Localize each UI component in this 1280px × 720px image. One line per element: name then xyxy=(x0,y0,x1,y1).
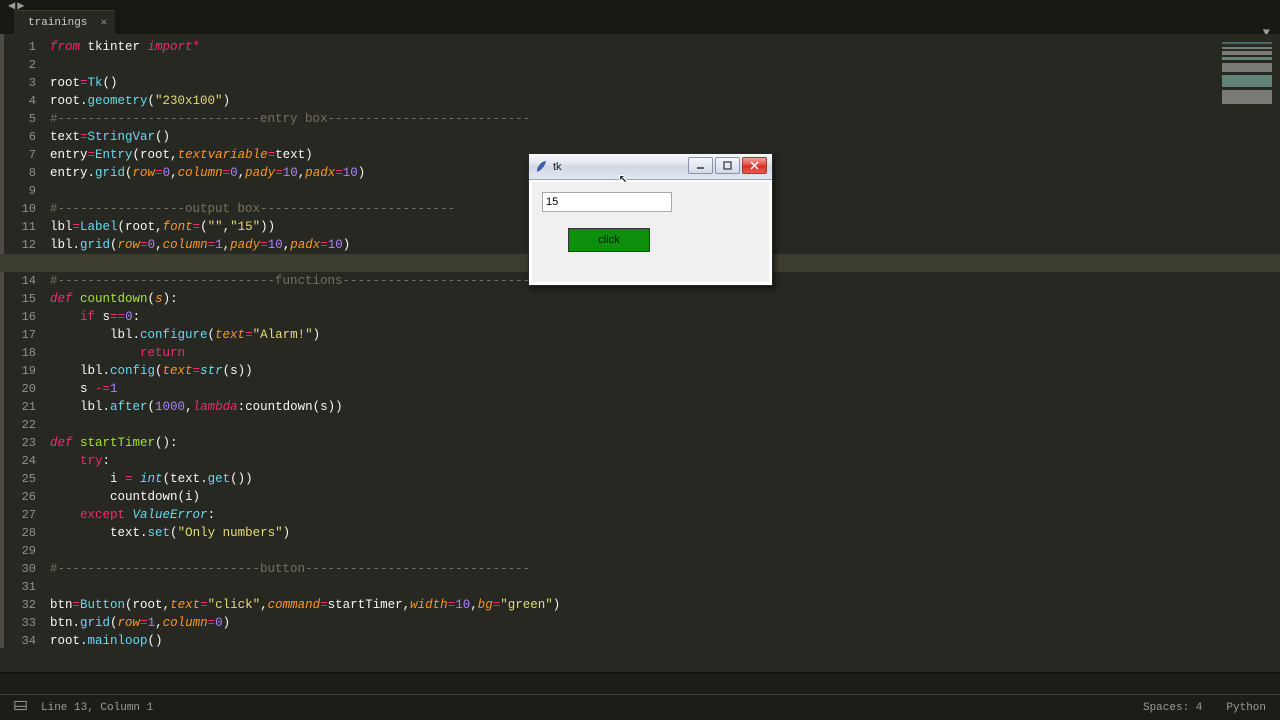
line-number: 3 xyxy=(0,74,36,92)
line-number-gutter: 1234567891011121314151617181920212223242… xyxy=(0,34,50,648)
minimize-button[interactable] xyxy=(688,157,713,174)
tk-window: tk click xyxy=(528,153,773,286)
line-number: 34 xyxy=(0,632,36,650)
line-number: 23 xyxy=(0,434,36,452)
tk-feather-icon xyxy=(535,160,548,173)
tk-entry-field[interactable] xyxy=(542,192,672,212)
maximize-button[interactable] xyxy=(715,157,740,174)
line-number: 26 xyxy=(0,488,36,506)
console-bar[interactable] xyxy=(0,672,1280,694)
line-number: 28 xyxy=(0,524,36,542)
tk-body: click xyxy=(529,180,772,285)
line-number: 31 xyxy=(0,578,36,596)
fold-column xyxy=(0,34,4,648)
editor[interactable]: 1234567891011121314151617181920212223242… xyxy=(0,34,1280,648)
line-number: 15 xyxy=(0,290,36,308)
line-number: 1 xyxy=(0,38,36,56)
tab-label: trainings xyxy=(28,17,87,29)
line-number: 18 xyxy=(0,344,36,362)
panel-icon[interactable] xyxy=(14,699,27,716)
tk-title: tk xyxy=(553,161,562,173)
line-number: 19 xyxy=(0,362,36,380)
code-area[interactable]: from tkinter import* root=Tk() root.geom… xyxy=(50,34,1280,648)
toolbar-stripe: ◀ ▶ xyxy=(0,0,1280,10)
line-number: 12 xyxy=(0,236,36,254)
tk-click-button[interactable]: click xyxy=(568,228,650,252)
line-number: 14 xyxy=(0,272,36,290)
line-number: 29 xyxy=(0,542,36,560)
line-number: 27 xyxy=(0,506,36,524)
line-number: 16 xyxy=(0,308,36,326)
status-bar: Line 13, Column 1 Spaces: 4 Python xyxy=(0,694,1280,720)
close-button[interactable] xyxy=(742,157,767,174)
line-number: 33 xyxy=(0,614,36,632)
line-number: 2 xyxy=(0,56,36,74)
tab-trainings[interactable]: trainings × xyxy=(14,10,115,34)
line-number: 6 xyxy=(0,128,36,146)
line-number: 7 xyxy=(0,146,36,164)
indent-setting[interactable]: Spaces: 4 xyxy=(1143,702,1202,714)
line-number: 8 xyxy=(0,164,36,182)
line-number: 24 xyxy=(0,452,36,470)
line-number: 22 xyxy=(0,416,36,434)
line-number: 10 xyxy=(0,200,36,218)
cursor-position: Line 13, Column 1 xyxy=(41,702,153,714)
line-number: 11 xyxy=(0,218,36,236)
line-number: 21 xyxy=(0,398,36,416)
syntax-mode[interactable]: Python xyxy=(1226,702,1266,714)
line-number: 32 xyxy=(0,596,36,614)
line-number: 30 xyxy=(0,560,36,578)
tk-titlebar[interactable]: tk xyxy=(529,154,772,180)
line-number: 20 xyxy=(0,380,36,398)
line-number: 25 xyxy=(0,470,36,488)
minimap[interactable] xyxy=(1222,42,1272,112)
line-number: 4 xyxy=(0,92,36,110)
line-number: 17 xyxy=(0,326,36,344)
line-number: 5 xyxy=(0,110,36,128)
line-number: 9 xyxy=(0,182,36,200)
tab-bar: trainings × xyxy=(0,10,1280,34)
close-icon[interactable]: × xyxy=(100,16,107,30)
